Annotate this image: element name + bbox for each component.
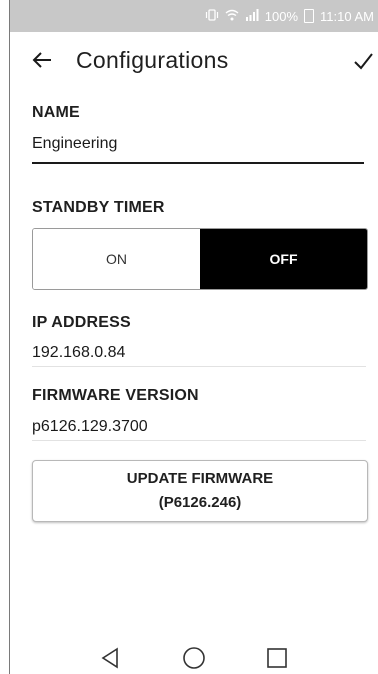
status-bar: 100% 11:10 AM bbox=[10, 0, 378, 32]
update-firmware-version: (P6126.246) bbox=[158, 494, 242, 511]
name-label: NAME bbox=[32, 104, 80, 121]
standby-on-option[interactable]: ON bbox=[33, 229, 200, 289]
vibrate-icon bbox=[205, 8, 219, 24]
name-input[interactable] bbox=[32, 130, 364, 164]
firmware-version-value: p6126.129.3700 bbox=[32, 418, 148, 435]
status-time: 11:10 AM bbox=[320, 8, 374, 24]
standby-off-option[interactable]: OFF bbox=[200, 229, 367, 289]
signal-icon bbox=[245, 8, 259, 24]
firmware-version-label: FIRMWARE VERSION bbox=[32, 387, 199, 404]
app-bar: Configurations bbox=[10, 32, 378, 92]
update-firmware-button[interactable]: UPDATE FIRMWARE (P6126.246) bbox=[32, 460, 368, 522]
arrow-left-icon[interactable] bbox=[30, 48, 54, 72]
standby-timer-label: STANDBY TIMER bbox=[32, 199, 165, 216]
standby-timer-toggle: ON OFF bbox=[32, 228, 368, 290]
battery-percent: 100% bbox=[264, 8, 299, 24]
system-nav-bar bbox=[10, 642, 378, 674]
back-triangle-icon[interactable] bbox=[97, 644, 125, 672]
ip-address-value: 192.168.0.84 bbox=[32, 344, 126, 361]
ip-address-label: IP ADDRESS bbox=[32, 314, 131, 331]
divider bbox=[32, 366, 366, 367]
page-title: Configurations bbox=[76, 47, 229, 73]
device-frame-edge bbox=[0, 0, 10, 674]
update-firmware-label: UPDATE FIRMWARE bbox=[126, 470, 274, 487]
wifi-icon bbox=[225, 9, 239, 24]
home-circle-icon[interactable] bbox=[180, 644, 208, 672]
recents-square-icon[interactable] bbox=[263, 644, 291, 672]
configurations-screen: Configurations NAME STANDBY TIMER ON OFF… bbox=[10, 32, 378, 642]
divider bbox=[32, 440, 366, 441]
check-icon[interactable] bbox=[352, 50, 374, 72]
battery-icon bbox=[304, 9, 315, 23]
